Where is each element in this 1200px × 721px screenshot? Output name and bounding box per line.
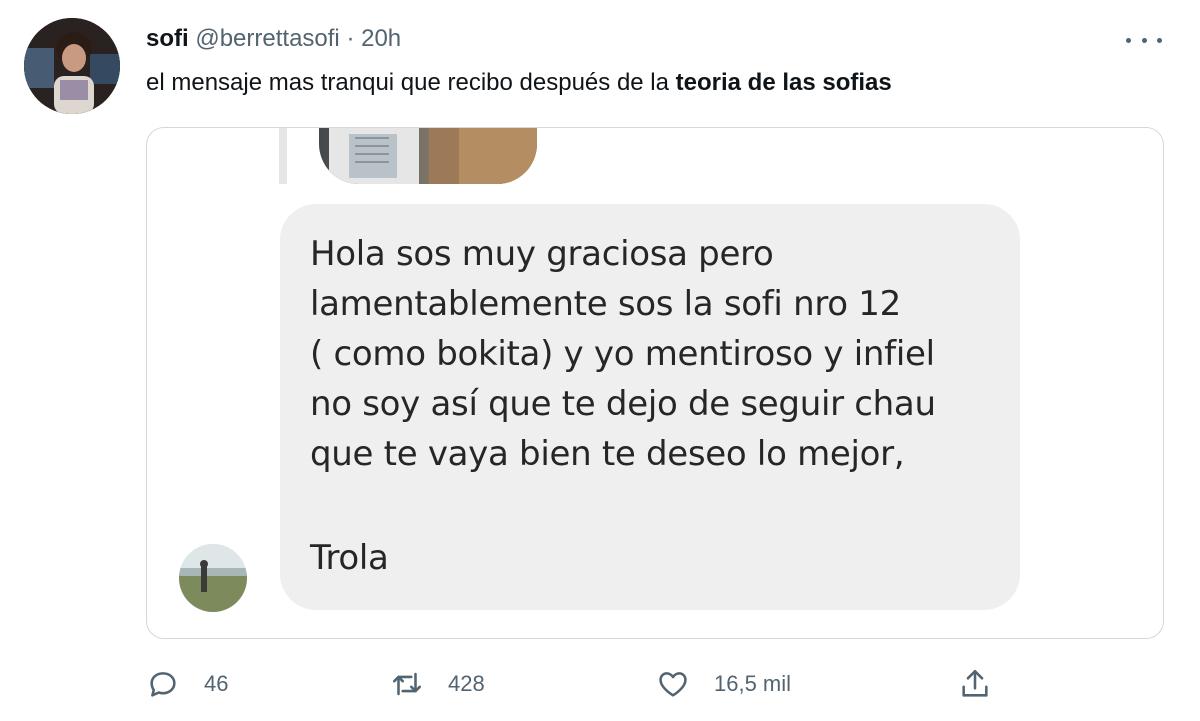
- like-count: 16,5 mil: [714, 671, 792, 696]
- reply-icon: [150, 672, 176, 697]
- tweet-text-bold: teoria de las sofias: [675, 69, 892, 96]
- more-horizontal-icon: [1126, 37, 1131, 43]
- reply-button[interactable]: 46: [146, 664, 228, 704]
- tweet: sofi @berrettasofi · 20h el mensaje mas …: [0, 0, 1200, 721]
- sender-avatar: [179, 544, 247, 612]
- share-icon: [962, 669, 988, 697]
- more-options-button[interactable]: [1126, 28, 1162, 52]
- avatar[interactable]: [24, 18, 120, 114]
- message-line: no soy así que te dejo de seguir chau: [310, 384, 936, 424]
- tweet-text-plain: el mensaje mas tranqui que recibo despué…: [146, 69, 676, 96]
- message-bubble: Hola sos muy graciosa pero lamentablemen…: [280, 204, 1020, 610]
- share-button[interactable]: [958, 664, 992, 704]
- message-line: lamentablemente sos la sofi nro 12: [310, 284, 901, 324]
- header-separator: ·: [346, 25, 355, 52]
- message-line: que te vaya bien te deseo lo mejor,: [310, 434, 905, 474]
- heart-icon: [659, 672, 687, 697]
- tweet-timestamp[interactable]: 20h: [361, 25, 401, 52]
- retweet-count: 428: [448, 671, 485, 696]
- author-name[interactable]: sofi: [146, 25, 189, 52]
- author-handle[interactable]: @berrettasofi: [195, 25, 339, 52]
- tweet-text: el mensaje mas tranqui que recibo despué…: [146, 67, 892, 99]
- tweet-header: sofi @berrettasofi · 20h: [146, 24, 401, 54]
- message-line: ( como bokita) y yo mentiroso y infiel: [310, 334, 935, 374]
- like-button[interactable]: 16,5 mil: [656, 664, 791, 704]
- tweet-media-image[interactable]: Hola sos muy graciosa pero lamentablemen…: [146, 127, 1164, 639]
- retweet-button[interactable]: 428: [390, 664, 485, 704]
- tweet-actions: 46 428 16,5 mil: [146, 664, 1006, 704]
- message-line: Trola: [310, 538, 389, 578]
- thread-line: [279, 128, 287, 184]
- previous-shared-image: [319, 128, 537, 184]
- message-line: Hola sos muy graciosa pero: [310, 234, 774, 274]
- retweet-icon: [392, 672, 422, 696]
- reply-count: 46: [204, 671, 229, 696]
